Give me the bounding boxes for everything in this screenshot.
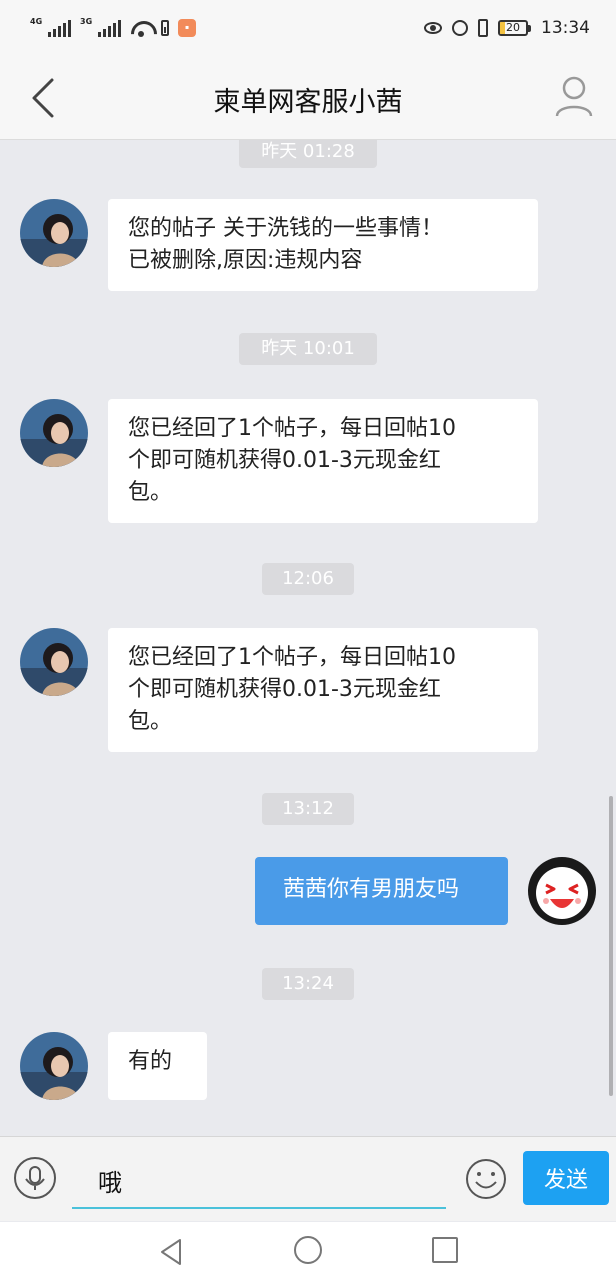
- nav-recents-icon[interactable]: [432, 1237, 458, 1263]
- message-bubble-received[interactable]: 您已经回了1个帖子，每日回帖10 个即可随机获得0.01-3元现金红 包。: [108, 628, 538, 752]
- message-timestamp: 昨天 10:01: [239, 333, 377, 365]
- agent-avatar[interactable]: [20, 399, 88, 467]
- agent-avatar[interactable]: [20, 199, 88, 267]
- message-bubble-received[interactable]: 您已经回了1个帖子，每日回帖10 个即可随机获得0.01-3元现金红 包。: [108, 399, 538, 523]
- cellular-signal-2-icon: 3G: [80, 17, 121, 37]
- message-text: 有的: [128, 1049, 173, 1074]
- message-input[interactable]: [72, 1153, 446, 1207]
- alarm-icon: [452, 20, 468, 36]
- message-text: 您的帖子 关于洗钱的一些事情！ 已被删除,原因:违规内容: [128, 216, 443, 273]
- message-timestamp: 12:06: [262, 563, 354, 595]
- cellular-signal-icon: 4G: [30, 17, 71, 37]
- message-bubble-received[interactable]: 您的帖子 关于洗钱的一些事情！ 已被删除,原因:违规内容: [108, 199, 538, 291]
- agent-avatar[interactable]: [20, 1032, 88, 1100]
- message-input-wrapper: [72, 1153, 446, 1209]
- chat-header: 柬单网客服小茜: [0, 56, 616, 140]
- send-button[interactable]: 发送: [523, 1151, 609, 1205]
- battery-icon: 20: [498, 20, 531, 36]
- scrollbar[interactable]: [609, 796, 613, 1096]
- status-time: 13:34: [541, 18, 590, 38]
- nav-home-icon[interactable]: [294, 1236, 322, 1264]
- emoji-button[interactable]: [464, 1157, 508, 1201]
- agent-avatar[interactable]: [20, 628, 88, 696]
- voice-button[interactable]: [14, 1157, 56, 1199]
- message-text: 茜茜你有男朋友吗: [283, 877, 460, 902]
- message-text: 您已经回了1个帖子，每日回帖10 个即可随机获得0.01-3元现金红 包。: [128, 416, 456, 505]
- message-timestamp: 昨天 01:28: [239, 140, 377, 168]
- message-timestamp: 13:24: [262, 968, 354, 1000]
- message-bubble-received[interactable]: 有的: [108, 1032, 207, 1100]
- eye-comfort-icon: [424, 22, 442, 34]
- message-text: 您已经回了1个帖子，每日回帖10 个即可随机获得0.01-3元现金红 包。: [128, 645, 456, 734]
- smiley-icon: [466, 1159, 506, 1199]
- my-avatar[interactable]: [528, 857, 596, 925]
- battery-saver-icon: [161, 20, 169, 36]
- microphone-icon: [25, 1166, 45, 1190]
- message-timestamp: 13:12: [262, 793, 354, 825]
- user-icon: [555, 76, 593, 117]
- system-nav-bar: [0, 1222, 616, 1280]
- profile-button[interactable]: [554, 74, 594, 118]
- wifi-icon: [130, 19, 152, 37]
- app-notification-icon: ▪: [178, 19, 196, 37]
- message-list[interactable]: 昨天 01:28 您的帖子 关于洗钱的一些事情！ 已被删除,原因:违规内容 昨天…: [0, 140, 616, 1135]
- vibrate-icon: [478, 19, 488, 37]
- battery-level: 20: [506, 21, 520, 34]
- page-title: 柬单网客服小茜: [213, 87, 403, 118]
- laughing-face-icon: [536, 867, 588, 919]
- nav-back-icon[interactable]: [158, 1238, 184, 1266]
- input-bar: 发送: [0, 1136, 616, 1221]
- status-bar: 4G 3G ▪ 20 13:34: [0, 0, 616, 56]
- message-bubble-sent[interactable]: 茜茜你有男朋友吗: [255, 857, 508, 925]
